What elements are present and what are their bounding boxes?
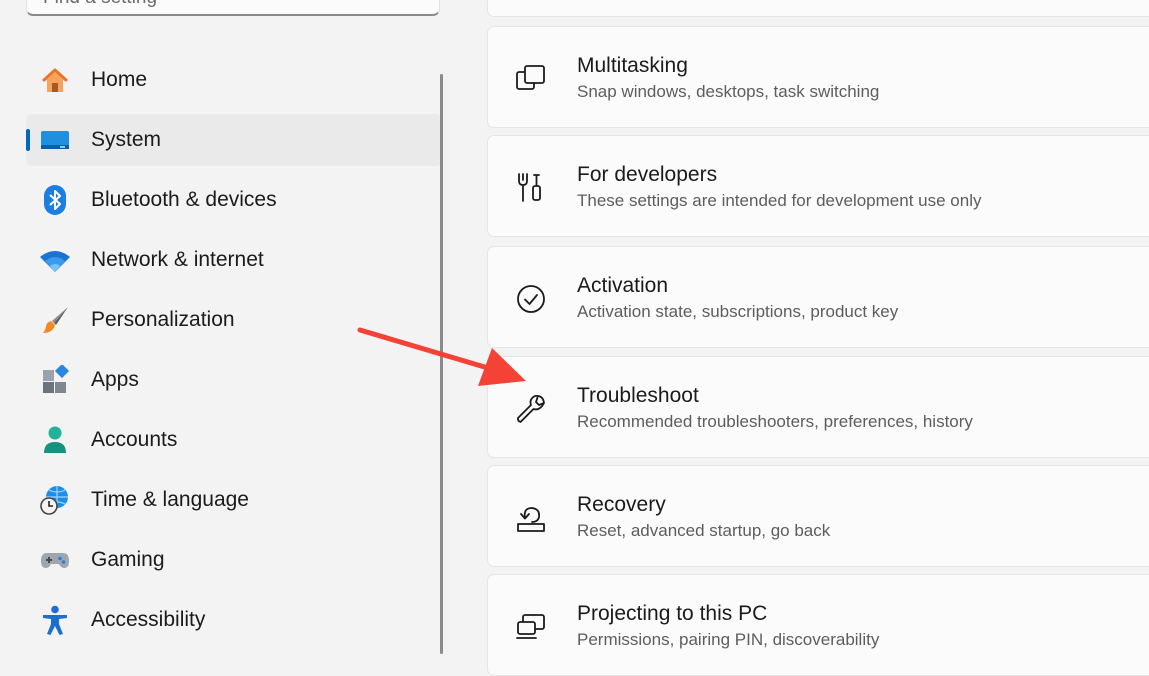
sidebar-item-label: System [91,128,162,151]
monitor-icon [41,131,69,149]
home-icon [42,68,68,92]
person-icon [44,426,66,453]
sidebar-item-label: Accounts [91,428,178,451]
search-input[interactable] [41,0,405,11]
sidebar-item-accessibility[interactable]: Accessibility [26,594,442,646]
card-description: Recommended troubleshooters, preferences… [577,412,973,431]
sidebar-item-label: Bluetooth & devices [91,188,277,211]
sidebar-item-home[interactable]: Home [26,54,442,106]
sidebar-item-accounts[interactable]: Accounts [26,414,442,466]
sidebar-item-bluetooth-devices[interactable]: Bluetooth & devices [26,174,442,226]
card-description: Activation state, subscriptions, product… [577,302,899,321]
sidebar-item-label: Apps [91,368,139,391]
sidebar-item-label: Personalization [91,308,235,331]
search-icon[interactable] [411,0,437,1]
recovery-icon [517,507,545,532]
annotation-arrow [357,327,526,386]
card-description: Snap windows, desktops, task switching [577,82,880,101]
card-title: For developers [577,163,718,186]
card-title: Projecting to this PC [577,602,768,625]
settings-card-projecting[interactable]: Projecting to this PC Permissions, pairi… [487,574,1149,676]
card-title: Troubleshoot [577,384,699,407]
card-title: Multitasking [577,54,688,77]
card-title: Activation [577,274,669,297]
projecting-icon [516,614,545,639]
check-circle-icon [517,285,545,313]
card-description: Permissions, pairing PIN, discoverabilit… [577,630,880,649]
sidebar-item-network-internet[interactable]: Network & internet [26,234,442,286]
accessibility-icon [43,605,67,635]
sidebar-item-label: Home [91,68,148,91]
card-title: Recovery [577,493,666,516]
sidebar-item-system[interactable]: System [26,114,442,166]
sidebar-item-label: Time & language [91,488,249,511]
multitasking-icon [516,65,545,90]
settings-card-recovery[interactable]: Recovery Reset, advanced startup, go bac… [487,465,1149,567]
globe-clock-icon [40,486,68,515]
wifi-icon [40,251,70,272]
bluetooth-icon [44,185,66,215]
card-description: Reset, advanced startup, go back [577,521,831,540]
sidebar-item-label: Network & internet [91,248,264,271]
settings-card-partial[interactable] [487,0,1149,17]
settings-card-activation[interactable]: Activation Activation state, subscriptio… [487,246,1149,348]
settings-card-for-developers[interactable]: For developers These settings are intend… [487,135,1149,237]
sidebar-item-time-language[interactable]: Time & language [26,474,442,526]
paintbrush-icon [43,307,68,333]
settings-card-troubleshoot[interactable]: Troubleshoot Recommended troubleshooters… [487,356,1149,458]
sidebar-item-label: Gaming [91,548,165,571]
search-box[interactable] [26,0,440,16]
developer-tools-icon [518,173,541,202]
card-description: These settings are intended for developm… [577,191,982,210]
settings-card-multitasking[interactable]: Multitasking Snap windows, desktops, tas… [487,26,1149,128]
gamepad-icon [41,553,69,568]
sidebar-item-gaming[interactable]: Gaming [26,534,442,586]
main-content: Multitasking Snap windows, desktops, tas… [487,0,1149,676]
selection-indicator [26,129,30,151]
wrench-icon [517,394,545,423]
apps-icon [43,365,70,393]
sidebar-item-label: Accessibility [91,608,206,631]
